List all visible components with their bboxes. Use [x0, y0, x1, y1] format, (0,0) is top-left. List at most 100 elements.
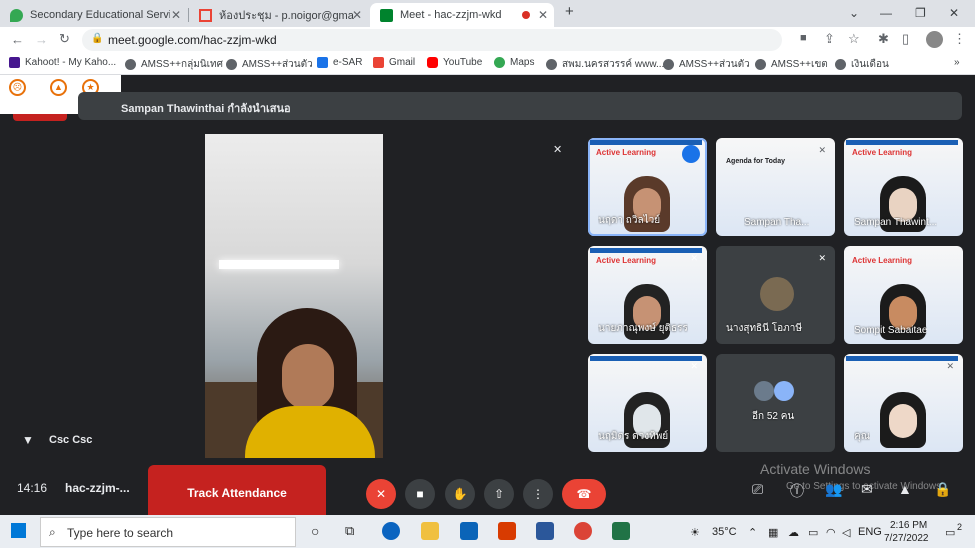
tab-secondary[interactable]: Secondary Educational Service A ✕: [0, 3, 187, 27]
bookmark-item[interactable]: Kahoot! - My Kaho...: [9, 57, 116, 68]
bookmark-item[interactable]: AMSS++กลุ่มนิเทศ: [125, 57, 223, 72]
tray-app-icon[interactable]: ▦: [768, 526, 778, 539]
slide-heading: Active Learning: [852, 256, 913, 265]
slide-header: [590, 140, 702, 145]
bookmark-item[interactable]: AMSS++ส่วนตัว: [226, 57, 313, 72]
chrome-icon[interactable]: [574, 522, 592, 540]
extensions-icon[interactable]: ✱: [878, 31, 889, 47]
more-participants: อีก 52 คน: [752, 411, 795, 422]
slide-heading: Active Learning: [596, 256, 657, 265]
close-icon[interactable]: ✕: [171, 8, 181, 22]
chevron-down-icon[interactable]: ⌄: [849, 6, 859, 20]
reload-icon[interactable]: ↻: [59, 31, 70, 47]
back-icon[interactable]: ←: [11, 32, 24, 47]
bookmark-item[interactable]: AMSS++เขต: [755, 57, 828, 72]
chat-icon[interactable]: ✉: [861, 481, 873, 498]
bookmark-item[interactable]: YouTube: [427, 57, 482, 68]
task-view-icon[interactable]: ⧉: [345, 523, 354, 539]
taskbar-date[interactable]: 7/27/2022: [884, 533, 929, 544]
host-controls-icon[interactable]: 🔒: [934, 481, 951, 498]
end-call-button[interactable]: ☎: [562, 479, 606, 509]
participant-tile[interactable]: Agenda for Today ✕ Sampan Tha...: [716, 138, 835, 236]
sidepanel-icon[interactable]: ▯: [902, 31, 909, 47]
close-icon[interactable]: ✕: [352, 8, 362, 22]
bookmark-item[interactable]: Gmail: [373, 57, 415, 68]
edge-icon[interactable]: [382, 522, 400, 540]
emoji-icon[interactable]: ☹: [9, 79, 26, 96]
bookmark-item[interactable]: AMSS++ส่วนตัว: [663, 57, 750, 72]
tab-strip: Secondary Educational Service A ✕ ห้องปร…: [0, 0, 975, 27]
language-indicator[interactable]: ENG: [858, 526, 882, 538]
participant-tile[interactable]: Active Learning Sompit Sabaitae: [844, 246, 963, 344]
participant-tile[interactable]: ✕ นฤมิตร ดวงทิพย์: [588, 354, 707, 452]
wps-icon[interactable]: [498, 522, 516, 540]
bookmark-item[interactable]: เงินเดือน: [835, 57, 889, 72]
camera-icon[interactable]: ■: [800, 32, 807, 44]
star-icon[interactable]: ☆: [848, 31, 860, 47]
gmail-icon: [199, 8, 212, 22]
tray-chevron-icon[interactable]: ⌃: [748, 526, 757, 539]
bookmarks-overflow-icon[interactable]: »: [954, 57, 960, 68]
meet-icon: [380, 8, 393, 22]
participant-tile[interactable]: Active Learning นฤดา ถวิลไวย์: [588, 138, 707, 236]
search-icon: ⌕: [49, 525, 56, 539]
camera-toggle-button[interactable]: ■: [405, 479, 435, 509]
excel-icon[interactable]: [612, 522, 630, 540]
bookmark-label: Maps: [510, 57, 535, 68]
notification-icon[interactable]: ▭: [945, 526, 955, 539]
network-icon[interactable]: ▭: [808, 526, 818, 539]
participant-tile[interactable]: Active Learning Sampan Thawint...: [844, 138, 963, 236]
bookmark-item[interactable]: Maps: [494, 57, 534, 68]
bookmark-label: สพม.นครสวรรค์ www....: [562, 59, 668, 70]
restore-button[interactable]: ❐: [915, 6, 926, 20]
cast-icon[interactable]: ⎚: [752, 481, 763, 498]
taskbar-time[interactable]: 2:16 PM: [890, 520, 927, 531]
participant-tile[interactable]: ✕ นางสุทธินี โอภาษี: [716, 246, 835, 344]
participant-name: คุณ: [854, 431, 870, 442]
forward-icon[interactable]: →: [35, 32, 48, 47]
activities-icon[interactable]: ▲: [898, 481, 912, 497]
pin-icon[interactable]: ▼: [22, 433, 34, 447]
new-tab-button[interactable]: +: [565, 3, 574, 20]
bookmark-item[interactable]: e-SAR: [317, 57, 362, 68]
globe-icon: [663, 59, 674, 70]
share-icon[interactable]: ⇪: [824, 31, 835, 47]
address-bar[interactable]: 🔒 meet.google.com/hac-zzjm-wkd: [82, 29, 782, 51]
cloud-icon[interactable]: ☁: [788, 526, 799, 539]
info-icon[interactable]: ⓘ: [790, 481, 804, 501]
mic-toggle-button[interactable]: ✕: [366, 479, 396, 509]
slide-header: [590, 356, 702, 361]
main-video[interactable]: [205, 134, 383, 458]
meeting-time: 14:16: [17, 481, 48, 495]
weather-temp[interactable]: 35°C: [712, 526, 737, 538]
minimize-button[interactable]: —: [880, 6, 892, 20]
avatar[interactable]: [926, 31, 943, 48]
taskbar-search[interactable]: ⌕ Type here to search: [40, 517, 296, 547]
tab-meet[interactable]: Meet - hac-zzjm-wkd ✕: [370, 3, 554, 27]
windows-start-icon[interactable]: [11, 523, 26, 538]
mic-off-icon: ✕: [690, 253, 698, 263]
wifi-icon[interactable]: ◠: [826, 526, 836, 539]
participant-tile[interactable]: ✕ คุณ: [844, 354, 963, 452]
participant-name: นฤดา ถวิลไวย์: [598, 215, 661, 226]
people-icon[interactable]: 👥: [825, 481, 842, 498]
triangle-icon[interactable]: ▲: [50, 79, 67, 96]
present-button[interactable]: ⇧: [484, 479, 514, 509]
bookmark-item[interactable]: สพม.นครสวรรค์ www....: [546, 57, 667, 72]
file-explorer-icon[interactable]: [421, 522, 439, 540]
close-icon[interactable]: ✕: [538, 8, 548, 22]
volume-icon[interactable]: ◁: [842, 526, 850, 539]
close-window-button[interactable]: ✕: [949, 6, 959, 20]
mail-icon[interactable]: [460, 522, 478, 540]
word-icon[interactable]: [536, 522, 554, 540]
tab-gmail[interactable]: ห้องประชุม - p.noigor@gmail.com ✕: [189, 3, 368, 27]
raise-hand-button[interactable]: ✋: [445, 479, 475, 509]
more-options-button[interactable]: ⋮: [523, 479, 553, 509]
participant-tile-more[interactable]: อีก 52 คน: [716, 354, 835, 452]
cortana-icon[interactable]: ○: [311, 523, 319, 539]
menu-icon[interactable]: ⋮: [953, 31, 966, 47]
participant-tile[interactable]: Active Learning ✕ นายภาณุพงษ์ ยุติธรร: [588, 246, 707, 344]
tab-title: Meet - hac-zzjm-wkd: [400, 9, 502, 21]
notification-count: 2: [957, 522, 963, 532]
track-attendance-button[interactable]: Track Attendance: [148, 465, 326, 521]
